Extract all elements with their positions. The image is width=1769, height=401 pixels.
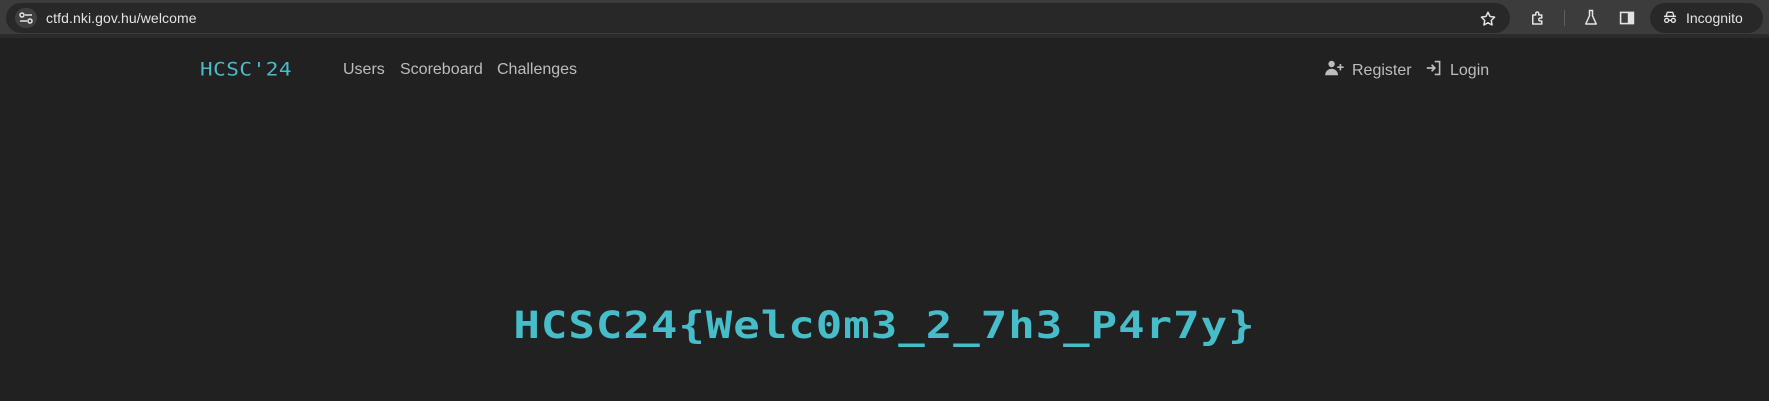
incognito-icon [1662,10,1678,27]
toolbar-separator [1564,10,1565,26]
welcome-flag-text: HCSC24{Welc0m3_2_7h3_P4r7y} [513,303,1256,348]
login-label: Login [1450,62,1490,79]
nav-link-scoreboard[interactable]: Scoreboard [400,60,483,80]
nav-link-challenges[interactable]: Challenges [497,60,577,80]
register-label: Register [1352,62,1412,79]
url-text[interactable]: ctfd.nki.gov.hu/welcome [46,10,197,26]
site-brand-logo[interactable]: HCSC'24 [200,58,292,81]
extensions-icon[interactable] [1528,8,1548,28]
login-link[interactable]: Login [1426,60,1489,82]
incognito-badge[interactable]: Incognito [1650,3,1763,33]
user-plus-icon [1324,60,1344,82]
side-panel-icon[interactable] [1617,8,1637,28]
sign-in-icon [1426,60,1442,82]
register-link[interactable]: Register [1324,60,1412,82]
nav-link-users[interactable]: Users [343,60,385,80]
address-bar[interactable]: ctfd.nki.gov.hu/welcome [6,3,1510,33]
site-info-icon[interactable] [15,8,37,28]
labs-flask-icon[interactable] [1581,8,1601,28]
incognito-label: Incognito [1686,10,1743,26]
bookmark-star-icon[interactable] [1478,9,1498,29]
site-navbar: HCSC'24 Users Scoreboard Challenges Regi… [0,42,1769,98]
browser-toolbar: ctfd.nki.gov.hu/welcome Incognito [0,0,1769,38]
